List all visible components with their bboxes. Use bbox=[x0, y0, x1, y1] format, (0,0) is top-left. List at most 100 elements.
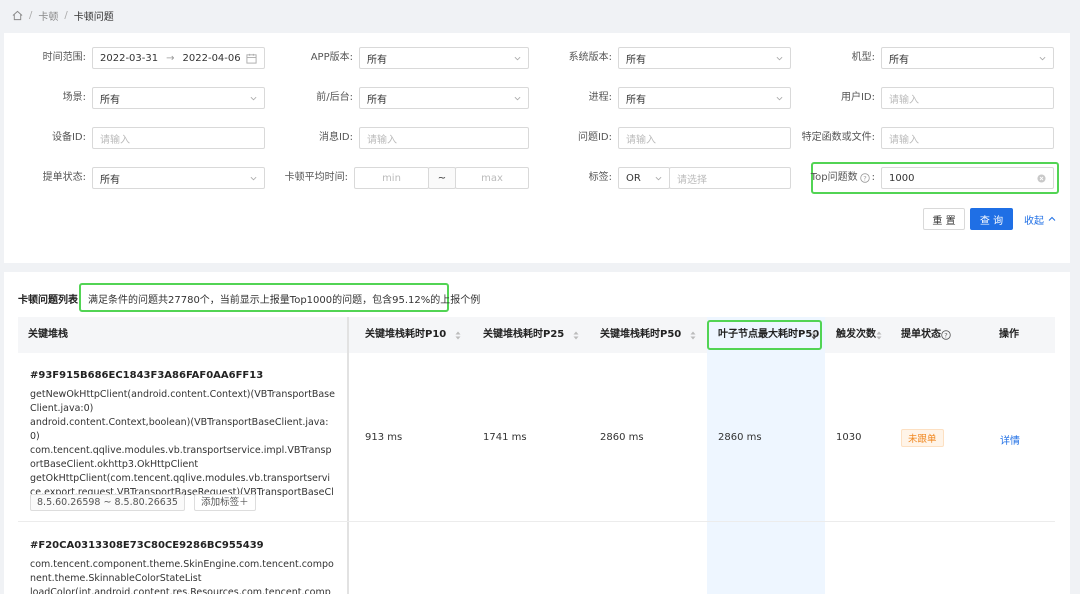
add-tag-button[interactable]: 添加标签＋ bbox=[194, 494, 256, 511]
filter-label: 系统版本: bbox=[568, 52, 612, 63]
app-version-select[interactable]: 所有 bbox=[359, 47, 529, 69]
home-icon[interactable] bbox=[12, 10, 23, 21]
tag-select[interactable]: 请选择 bbox=[669, 167, 791, 189]
select-value: 所有 bbox=[626, 54, 646, 66]
cell-p10: 913 ms bbox=[365, 432, 403, 443]
filter-label: Top问题数 ? : bbox=[811, 167, 875, 189]
top-issues-input[interactable]: 1000 bbox=[881, 167, 1054, 189]
process-select[interactable]: 所有 bbox=[618, 87, 791, 109]
date-end[interactable]: 2022-04-06 bbox=[183, 53, 241, 64]
clear-icon[interactable] bbox=[1037, 174, 1046, 183]
input-placeholder: 请输入 bbox=[626, 134, 656, 146]
message-id-input[interactable]: 请输入 bbox=[359, 127, 529, 149]
date-start[interactable]: 2022-03-31 bbox=[100, 53, 158, 64]
top-issues-colon: : bbox=[871, 172, 875, 183]
chevron-down-icon bbox=[250, 96, 257, 101]
reset-button[interactable]: 重 置 bbox=[923, 208, 965, 230]
table-title: 卡顿问题列表 bbox=[18, 295, 78, 306]
stack-id[interactable]: #93F915B686EC1843F3A86FAF0AA6FF13 bbox=[30, 370, 263, 381]
cell-leaf-p50: 2860 ms bbox=[718, 432, 762, 443]
filter-panel: 时间范围: 2022-03-31 → 2022-04-06 APP版本: 所有 … bbox=[4, 33, 1070, 263]
help-icon-glyph: ? bbox=[944, 331, 947, 339]
filter-label: 消息ID: bbox=[318, 132, 353, 143]
th-p10[interactable]: 关键堆栈耗时P10 bbox=[365, 317, 446, 353]
th-stack: 关键堆栈 bbox=[28, 329, 68, 340]
select-value: 所有 bbox=[889, 54, 909, 66]
input-value: 1000 bbox=[889, 172, 915, 184]
chevron-down-icon bbox=[514, 96, 521, 101]
input-placeholder: 请选择 bbox=[677, 174, 707, 186]
table-row[interactable]: #93F915B686EC1843F3A86FAF0AA6FF13 getNew… bbox=[18, 353, 1055, 522]
chevron-down-icon bbox=[250, 176, 257, 181]
sort-icon[interactable] bbox=[690, 331, 696, 340]
table-row[interactable]: #F20CA0313308E73C80CE9286BC955439 com.te… bbox=[18, 523, 1055, 594]
tag-logic-select[interactable]: OR bbox=[618, 167, 670, 189]
status-badge: 未跟单 bbox=[901, 429, 944, 447]
row-tags: 8.5.60.26598 ~ 8.5.80.26635 添加标签＋ bbox=[30, 494, 262, 511]
breadcrumb: / 卡顿 / 卡顿问题 bbox=[12, 7, 114, 23]
select-value: 所有 bbox=[367, 54, 387, 66]
model-select[interactable]: 所有 bbox=[881, 47, 1054, 69]
help-icon[interactable]: ? bbox=[941, 330, 951, 340]
breadcrumb-separator: / bbox=[29, 9, 33, 21]
filter-row: 设备ID: 请输入 消息ID: 请输入 问题ID: 请输入 特定函数或文件: 请… bbox=[4, 127, 1070, 149]
date-range-picker[interactable]: 2022-03-31 → 2022-04-06 bbox=[92, 47, 265, 69]
help-icon-glyph: ? bbox=[863, 174, 866, 182]
ticket-status-select[interactable]: 所有 bbox=[92, 167, 265, 189]
user-id-input[interactable]: 请输入 bbox=[881, 87, 1054, 109]
avg-lag-min-input[interactable]: min bbox=[354, 167, 429, 189]
chevron-down-icon bbox=[776, 56, 783, 61]
filter-label: 场景: bbox=[62, 92, 86, 103]
func-file-input[interactable]: 请输入 bbox=[881, 127, 1054, 149]
input-placeholder: max bbox=[481, 172, 503, 184]
filter-label: 标签: bbox=[588, 172, 612, 183]
fg-bg-select[interactable]: 所有 bbox=[359, 87, 529, 109]
cell-p25: 1741 ms bbox=[483, 432, 527, 443]
help-icon[interactable]: ? bbox=[859, 173, 870, 183]
sort-icon[interactable] bbox=[573, 331, 579, 340]
table-header: 关键堆栈 关键堆栈耗时P10 关键堆栈耗时P25 关键堆栈耗时P50 叶子节点最… bbox=[18, 317, 1055, 353]
select-value: OR bbox=[626, 172, 641, 184]
collapse-label: 收起 bbox=[1024, 215, 1044, 227]
calendar-icon bbox=[246, 53, 257, 64]
select-value: 所有 bbox=[100, 94, 120, 106]
filter-row: 时间范围: 2022-03-31 → 2022-04-06 APP版本: 所有 … bbox=[4, 47, 1070, 69]
avg-lag-max-input[interactable]: max bbox=[455, 167, 529, 189]
query-button[interactable]: 查 询 bbox=[970, 208, 1013, 230]
filter-label: 卡顿平均时间: bbox=[284, 172, 348, 183]
issue-id-input[interactable]: 请输入 bbox=[618, 127, 791, 149]
select-value: 所有 bbox=[626, 94, 646, 106]
filter-row: 场景: 所有 前/后台: 所有 进程: 所有 用户ID: 请输入 bbox=[4, 87, 1070, 109]
filter-row: 提单状态: 所有 卡顿平均时间: min ~ max 标签: OR 请选择 To… bbox=[4, 162, 1070, 194]
os-version-select[interactable]: 所有 bbox=[618, 47, 791, 69]
sort-icon[interactable] bbox=[876, 331, 882, 340]
th-count[interactable]: 触发次数 bbox=[836, 317, 876, 353]
table-panel: 卡顿问题列表 满足条件的问题共27780个，当前显示上报量Top1000的问题，… bbox=[4, 272, 1070, 594]
highlight-leaf-header bbox=[707, 320, 822, 350]
breadcrumb-item-lag[interactable]: 卡顿 bbox=[38, 8, 58, 23]
th-status: 提单状态 bbox=[901, 329, 941, 340]
cell-count: 1030 bbox=[836, 432, 862, 443]
tilde: ~ bbox=[437, 172, 447, 184]
th-p25[interactable]: 关键堆栈耗时P25 bbox=[483, 317, 564, 353]
device-id-input[interactable]: 请输入 bbox=[92, 127, 265, 149]
stack-text: com.tencent.component.theme.SkinEngine.c… bbox=[30, 559, 334, 594]
detail-link[interactable]: 详情 bbox=[1000, 432, 1020, 447]
chevron-down-icon bbox=[655, 176, 662, 181]
breadcrumb-item-current: 卡顿问题 bbox=[73, 11, 114, 23]
filter-label: 时间范围: bbox=[42, 52, 86, 63]
filter-label: 前/后台: bbox=[316, 92, 353, 103]
version-tag: 8.5.60.26598 ~ 8.5.80.26635 bbox=[30, 494, 185, 511]
chevron-down-icon bbox=[1039, 56, 1046, 61]
scene-select[interactable]: 所有 bbox=[92, 87, 265, 109]
filter-label: 用户ID: bbox=[840, 92, 875, 103]
sort-icon[interactable] bbox=[455, 331, 461, 340]
top-issues-label: Top问题数 bbox=[810, 172, 858, 183]
input-placeholder: min bbox=[382, 172, 401, 184]
collapse-button[interactable]: 收起 bbox=[1020, 208, 1060, 230]
stack-id[interactable]: #F20CA0313308E73C80CE9286BC955439 bbox=[30, 540, 264, 551]
th-p50[interactable]: 关键堆栈耗时P50 bbox=[600, 317, 681, 353]
th-op: 操作 bbox=[999, 329, 1019, 340]
input-placeholder: 请输入 bbox=[100, 134, 130, 146]
range-separator: ~ bbox=[428, 167, 456, 189]
